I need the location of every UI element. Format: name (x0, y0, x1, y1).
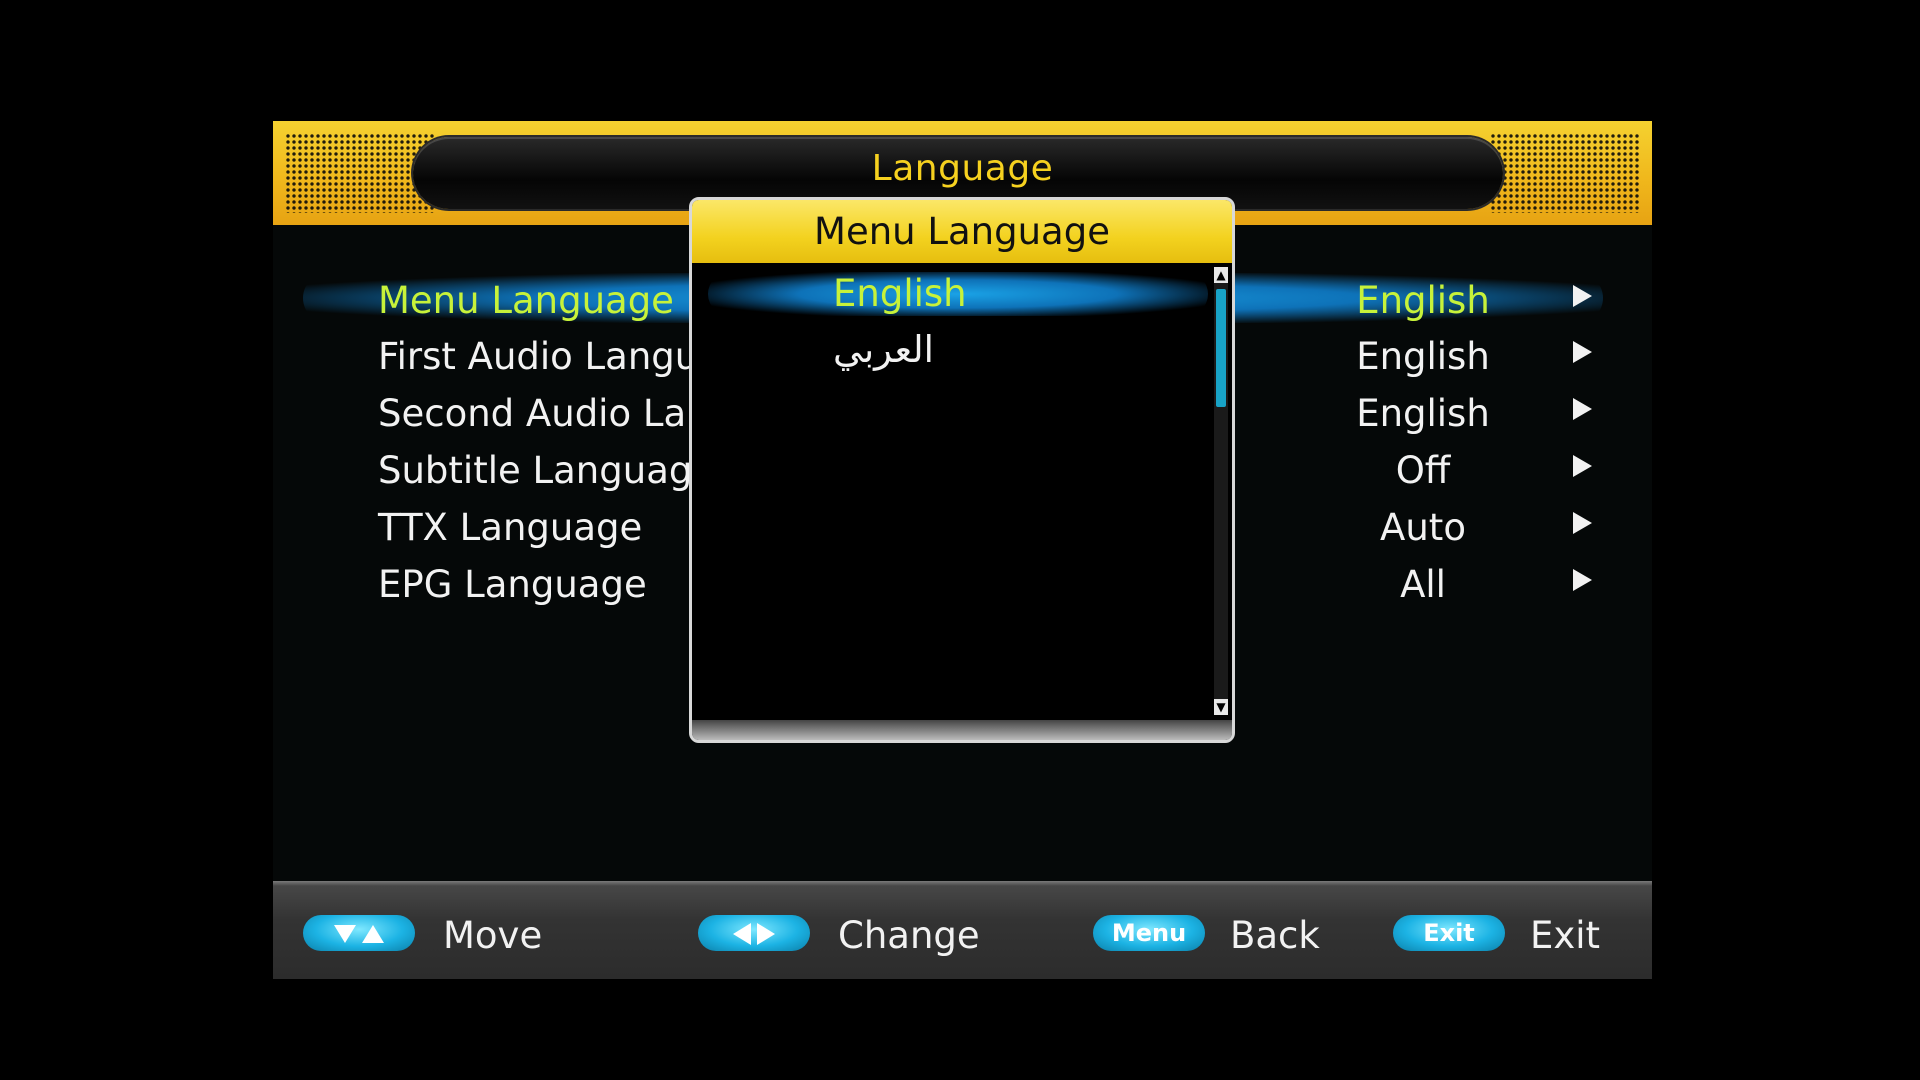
arrow-right-icon (1573, 341, 1592, 363)
footer-bar: Move Change Menu Back Exit Exit (273, 881, 1652, 979)
exit-button[interactable]: Exit (1393, 915, 1505, 951)
left-right-button[interactable] (698, 915, 810, 951)
page-title: Language (871, 148, 1054, 189)
menu-item-value: English (1356, 335, 1490, 378)
menu-item-label: EPG Language (378, 563, 647, 606)
menu-item-label: Subtitle Language (378, 449, 716, 492)
menu-button[interactable]: Menu (1093, 915, 1205, 951)
menu-item-value: English (1356, 279, 1490, 322)
footer-change-label: Change (838, 914, 980, 957)
popup-scrollbar[interactable]: ▲ ▼ (1214, 267, 1228, 715)
scroll-down-icon[interactable]: ▼ (1214, 699, 1228, 715)
menu-item-value: English (1356, 392, 1490, 435)
arrow-up-icon (362, 925, 384, 943)
popup-option-arabic[interactable]: العربي (702, 322, 1207, 378)
menu-language-popup: Menu Language English العربي ▲ ▼ (689, 197, 1235, 743)
scroll-thumb[interactable] (1216, 289, 1226, 407)
arrow-right-icon (1573, 398, 1592, 420)
popup-option-english[interactable]: English (702, 266, 1208, 322)
menu-item-label: Menu Language (378, 279, 674, 322)
footer-back-label: Back (1230, 914, 1320, 957)
arrow-right-icon (1573, 569, 1592, 591)
menu-item-value: All (1400, 563, 1446, 606)
menu-item-value: Off (1395, 449, 1451, 492)
arrow-right-icon (1573, 455, 1592, 477)
footer-exit-label: Exit (1530, 914, 1601, 957)
popup-title: Menu Language (692, 200, 1232, 263)
arrow-right-icon (757, 923, 775, 945)
menu-item-value: Auto (1380, 506, 1466, 549)
popup-option-label: English (833, 272, 967, 315)
arrow-down-icon (334, 925, 356, 943)
footer-move-label: Move (443, 914, 543, 957)
scroll-up-icon[interactable]: ▲ (1214, 267, 1228, 283)
arrow-right-icon (1573, 285, 1592, 307)
arrow-right-icon (1573, 512, 1592, 534)
menu-item-label: TTX Language (378, 506, 643, 549)
popup-option-label: العربي (833, 328, 934, 371)
popup-bottom-bar (692, 720, 1232, 740)
arrow-left-icon (733, 923, 751, 945)
up-down-button[interactable] (303, 915, 415, 951)
language-screen: Language Menu Language English First Aud… (273, 121, 1652, 979)
